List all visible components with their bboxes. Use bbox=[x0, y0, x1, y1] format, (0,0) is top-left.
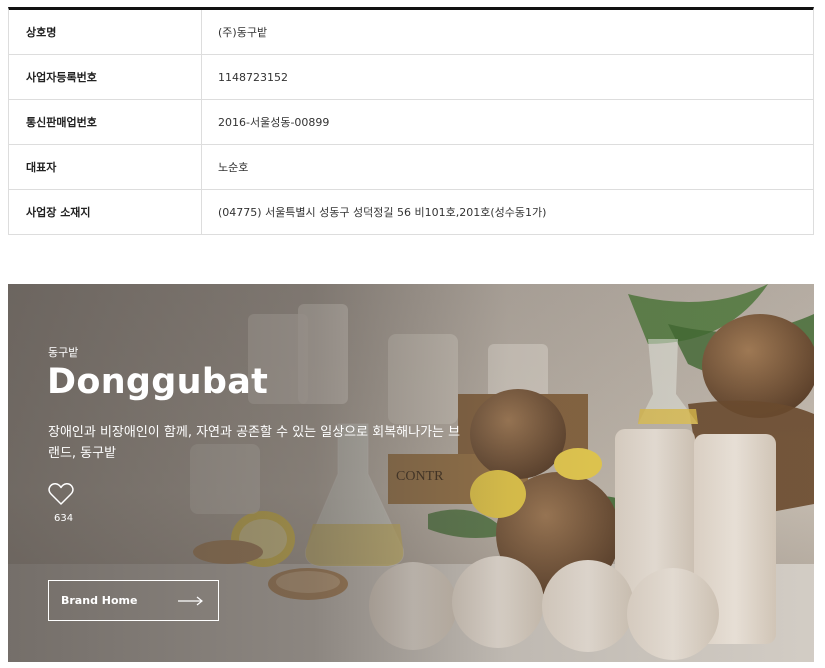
brand-title: Donggubat bbox=[47, 362, 269, 402]
brand-subtitle: 동구밭 bbox=[48, 346, 79, 359]
row-value: 1148723152 bbox=[218, 70, 288, 84]
brand-banner: CONTR bbox=[8, 284, 814, 662]
heart-outline-icon[interactable] bbox=[48, 482, 74, 506]
table-row: 상호명 (주)동구밭 bbox=[9, 10, 813, 55]
row-label: 대표자 bbox=[9, 145, 202, 189]
company-info-table: 상호명 (주)동구밭 사업자등록번호 1148723152 통신판매업번호 20… bbox=[8, 7, 814, 235]
row-value: (주)동구밭 bbox=[218, 26, 268, 39]
brand-home-button-label: Brand Home bbox=[61, 594, 138, 607]
table-row: 사업장 소재지 (04775) 서울특별시 성동구 성덕정길 56 비101호,… bbox=[9, 190, 813, 235]
table-row: 통신판매업번호 2016-서울성동-00899 bbox=[9, 100, 813, 145]
row-label: 사업자등록번호 bbox=[9, 55, 202, 99]
like-count: 634 bbox=[54, 513, 74, 524]
row-label: 사업장 소재지 bbox=[9, 190, 202, 234]
brand-description: 장애인과 비장애인이 함께, 자연과 공존할 수 있는 일상으로 회복해나가는 … bbox=[48, 425, 461, 461]
table-row: 대표자 노순호 bbox=[9, 145, 813, 190]
table-row: 사업자등록번호 1148723152 bbox=[9, 55, 813, 100]
row-label: 통신판매업번호 bbox=[9, 100, 202, 144]
arrow-right-icon bbox=[178, 596, 203, 606]
row-value: (04775) 서울특별시 성동구 성덕정길 56 비101호,201호(성수동… bbox=[218, 206, 547, 219]
row-value: 2016-서울성동-00899 bbox=[218, 116, 330, 129]
row-value: 노순호 bbox=[218, 161, 249, 174]
row-label: 상호명 bbox=[9, 10, 202, 54]
brand-home-button[interactable]: Brand Home bbox=[48, 580, 219, 621]
